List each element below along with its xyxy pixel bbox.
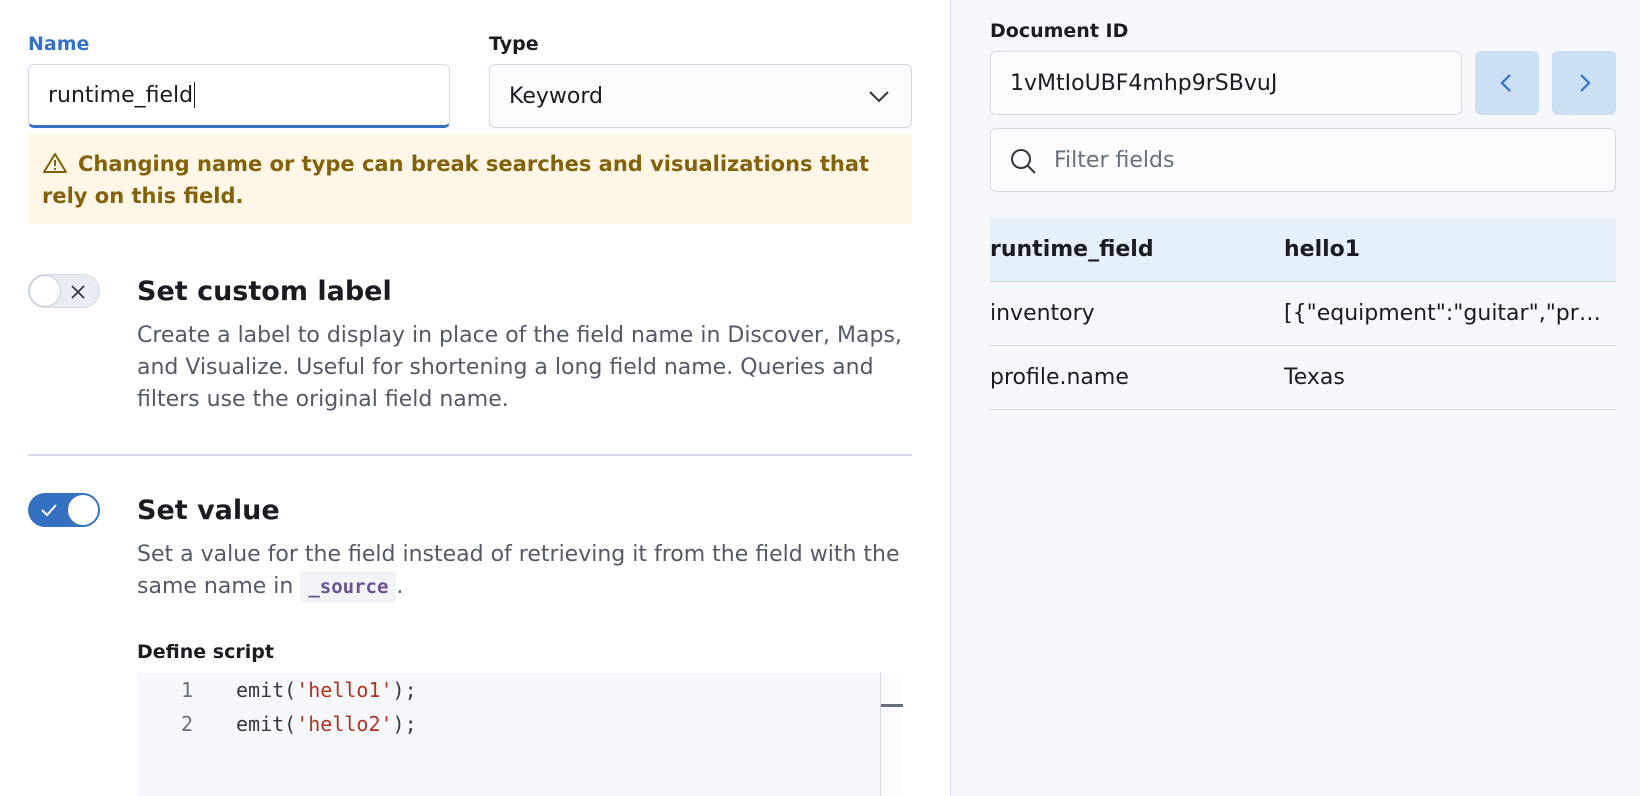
code-text: emit('hello1');: [236, 678, 417, 702]
warning-icon: [43, 153, 67, 173]
editor-scrollbar[interactable]: [880, 673, 903, 796]
field-name: profile.name: [990, 365, 1129, 390]
custom-label-description: Create a label to display in place of th…: [137, 323, 902, 412]
type-select[interactable]: Keyword: [489, 64, 912, 128]
text-caret: [194, 82, 196, 108]
line-number: 1: [180, 678, 193, 702]
preview-row: inventory [{"equipment":"guitar","pri...: [990, 282, 1616, 346]
next-document-button[interactable]: [1552, 51, 1616, 115]
source-code-chip: _source: [300, 571, 397, 603]
chevron-down-icon: [869, 91, 889, 103]
chevron-left-icon: [1500, 74, 1511, 92]
set-value-toggle[interactable]: [28, 493, 100, 527]
check-icon: [41, 504, 57, 517]
custom-label-title: Set custom label: [137, 276, 392, 307]
document-id-value: 1vMtIoUBF4mhp9rSBvuJ: [1010, 70, 1278, 96]
name-label: Name: [28, 33, 90, 55]
filter-fields-placeholder: Filter fields: [1054, 147, 1175, 173]
line-number: 2: [180, 712, 193, 736]
field-editor-form: Name runtime_field Type Keyword Changing…: [0, 0, 950, 796]
field-value: Texas: [1284, 365, 1345, 390]
preview-row: profile.name Texas: [990, 346, 1616, 410]
script-editor[interactable]: 1 emit('hello1'); 2 emit('hello2');: [137, 673, 903, 796]
code-line: 2 emit('hello2');: [137, 707, 877, 741]
section-divider: [28, 454, 912, 456]
type-select-value: Keyword: [509, 83, 603, 109]
field-name: runtime_field: [990, 237, 1154, 262]
set-value-description-suffix: .: [396, 574, 404, 599]
field-value: [{"equipment":"guitar","pri...: [1284, 301, 1604, 326]
type-label: Type: [489, 33, 539, 55]
filter-fields-input[interactable]: Filter fields: [990, 128, 1616, 192]
toggle-knob: [29, 275, 61, 307]
field-name: inventory: [990, 301, 1095, 326]
toggle-knob: [67, 494, 99, 526]
warning-text: Changing name or type can break searches…: [42, 152, 870, 208]
scrollbar-thumb[interactable]: [881, 704, 903, 707]
preview-row-highlighted: runtime_field hello1: [990, 218, 1616, 282]
name-input-value: runtime_field: [48, 82, 194, 108]
set-value-title: Set value: [137, 495, 280, 526]
warning-callout: Changing name or type can break searches…: [28, 134, 912, 224]
set-value-description-text: Set a value for the field instead of ret…: [137, 542, 900, 599]
document-id-label: Document ID: [990, 20, 1129, 42]
set-value-description: Set a value for the field instead of ret…: [137, 539, 917, 603]
code-text: emit('hello2');: [236, 712, 417, 736]
name-input[interactable]: runtime_field: [28, 64, 450, 128]
field-value: hello1: [1284, 237, 1361, 262]
define-script-label: Define script: [137, 641, 274, 663]
previous-document-button[interactable]: [1475, 51, 1539, 115]
search-icon: [1011, 149, 1036, 174]
close-icon: [71, 285, 85, 299]
chevron-right-icon: [1580, 74, 1591, 92]
custom-label-toggle[interactable]: [28, 274, 100, 308]
document-id-input[interactable]: 1vMtIoUBF4mhp9rSBvuJ: [990, 51, 1462, 115]
code-line: 1 emit('hello1');: [137, 673, 877, 707]
